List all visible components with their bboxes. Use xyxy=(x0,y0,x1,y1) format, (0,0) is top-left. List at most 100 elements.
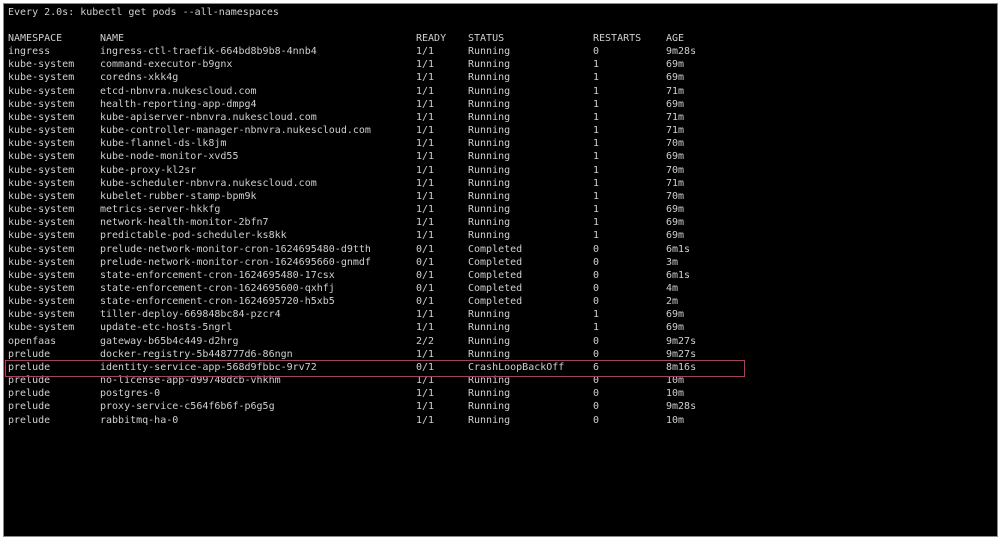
pod-restarts: 1 xyxy=(593,151,600,163)
terminal-window[interactable]: Every 2.0s: kubectl get pods --all-names… xyxy=(3,3,998,537)
pod-ready: 1/1 xyxy=(416,85,435,97)
pod-status: Running xyxy=(468,151,511,163)
pod-namespace: kube-system xyxy=(8,177,75,189)
pod-age: 69m xyxy=(666,72,685,84)
pod-restarts: 1 xyxy=(593,309,600,321)
pod-namespace: kube-system xyxy=(8,230,75,242)
pod-ready: 1/1 xyxy=(416,72,435,84)
pod-restarts: 1 xyxy=(593,111,600,123)
pod-age: 4m xyxy=(666,282,679,294)
pod-namespace: kube-system xyxy=(8,322,75,334)
pod-name: state-enforcement-cron-1624695600-qxhfj xyxy=(100,282,335,294)
pod-status: Running xyxy=(468,98,511,110)
pod-name: update-etc-hosts-5ngrl xyxy=(100,322,233,334)
column-header-restarts: RESTARTS xyxy=(593,33,642,44)
pod-status: Running xyxy=(468,309,511,321)
pod-status: Running xyxy=(468,322,511,334)
pod-status: Running xyxy=(468,138,511,150)
pod-namespace: prelude xyxy=(8,348,51,360)
pod-name: kube-controller-manager-nbnvra.nukesclou… xyxy=(100,125,371,137)
pod-ready: 1/1 xyxy=(416,401,435,413)
pod-name: prelude-network-monitor-cron-1624695660-… xyxy=(100,256,371,268)
pod-ready: 1/1 xyxy=(416,177,435,189)
table-row: kube-system tiller-deploy-669848bc84-pzcr… xyxy=(4,308,997,321)
pod-age: 69m xyxy=(666,98,685,110)
pod-restarts: 0 xyxy=(593,335,600,347)
pod-status: Running xyxy=(468,164,511,176)
pod-name: coredns-xkk4g xyxy=(100,72,179,84)
pod-name: health-reporting-app-dmpg4 xyxy=(100,98,257,110)
table-row: prelude docker-registry-5b448777d6-86ngn 1… xyxy=(4,348,997,361)
column-header-ready: READY xyxy=(416,33,447,44)
pod-age: 70m xyxy=(666,190,685,202)
pod-status: Running xyxy=(468,335,511,347)
pod-restarts: 0 xyxy=(593,243,600,255)
table-row: kube-system predictable-pod-scheduler-ks8… xyxy=(4,229,997,242)
pod-ready: 1/1 xyxy=(416,151,435,163)
pod-namespace: kube-system xyxy=(8,296,75,308)
pod-name: metrics-server-hkkfg xyxy=(100,204,221,216)
pod-age: 6m1s xyxy=(666,243,691,255)
pod-restarts: 0 xyxy=(593,375,600,387)
pod-name: proxy-service-c564f6b6f-p6g5g xyxy=(100,401,275,413)
pod-restarts: 0 xyxy=(593,401,600,413)
table-row: openfaas gateway-b65b4c449-d2hrg 2/2 Runnin… xyxy=(4,335,997,348)
pod-ready: 0/1 xyxy=(416,361,435,373)
terminal-cursor xyxy=(7,533,8,534)
pod-age: 9m28s xyxy=(666,46,697,58)
pod-ready: 0/1 xyxy=(416,296,435,308)
pod-namespace: kube-system xyxy=(8,282,75,294)
pod-status: CrashLoopBackOff xyxy=(468,361,565,373)
table-row: kube-system kube-apiserver-nbnvra.nukescl… xyxy=(4,111,997,124)
pod-age: 10m xyxy=(666,414,685,426)
pod-ready: 1/1 xyxy=(416,190,435,202)
pod-status: Completed xyxy=(468,269,523,281)
pod-ready: 0/1 xyxy=(416,282,435,294)
table-row: kube-system prelude-network-monitor-cron-… xyxy=(4,256,997,269)
table-row: kube-system etcd-nbnvra.nukescloud.com 1/1… xyxy=(4,85,997,98)
pod-name: rabbitmq-ha-0 xyxy=(100,414,179,426)
pod-name: prelude-network-monitor-cron-1624695480-… xyxy=(100,243,371,255)
table-row: kube-system kube-controller-manager-nbnvr… xyxy=(4,124,997,137)
pod-ready: 1/1 xyxy=(416,348,435,360)
pod-age: 8m16s xyxy=(666,361,697,373)
pod-status: Running xyxy=(468,348,511,360)
table-row: prelude proxy-service-c564f6b6f-p6g5g 1/1 R… xyxy=(4,400,997,413)
pod-restarts: 1 xyxy=(593,72,600,84)
pod-age: 69m xyxy=(666,204,685,216)
pod-name: no-license-app-d99748dcb-vhkhm xyxy=(100,375,281,387)
pod-restarts: 1 xyxy=(593,59,600,71)
pod-status: Running xyxy=(468,46,511,58)
table-row: kube-system update-etc-hosts-5ngrl 1/1 Runn… xyxy=(4,321,997,334)
pod-restarts: 1 xyxy=(593,190,600,202)
pod-restarts: 0 xyxy=(593,296,600,308)
pod-name: postgres-0 xyxy=(100,388,161,400)
pod-namespace: kube-system xyxy=(8,72,75,84)
pod-name: ingress-ctl-traefik-664bd8b9b8-4nnb4 xyxy=(100,46,317,58)
pod-restarts: 1 xyxy=(593,204,600,216)
pod-namespace: kube-system xyxy=(8,164,75,176)
pod-ready: 1/1 xyxy=(416,125,435,137)
pod-restarts: 1 xyxy=(593,138,600,150)
pod-status: Running xyxy=(468,177,511,189)
pod-ready: 1/1 xyxy=(416,164,435,176)
pod-namespace: prelude xyxy=(8,401,51,413)
pod-namespace: ingress xyxy=(8,46,51,58)
pod-age: 10m xyxy=(666,375,685,387)
pod-namespace: kube-system xyxy=(8,243,75,255)
column-header-name: NAME xyxy=(100,33,125,44)
pod-restarts: 1 xyxy=(593,322,600,334)
pod-ready: 1/1 xyxy=(416,230,435,242)
table-row: prelude identity-service-app-568d9fbbc-9r… xyxy=(4,361,997,374)
table-header-row: NAMESPACE NAME READY STATUS RESTARTS AGE xyxy=(4,32,997,45)
table-row: prelude postgres-0 1/1 Running 0 10m xyxy=(4,387,997,400)
pod-age: 9m27s xyxy=(666,335,697,347)
pod-age: 69m xyxy=(666,322,685,334)
pod-name: state-enforcement-cron-1624695720-h5xb5 xyxy=(100,296,335,308)
pod-age: 9m27s xyxy=(666,348,697,360)
pod-namespace: kube-system xyxy=(8,125,75,137)
pod-ready: 0/1 xyxy=(416,256,435,268)
pod-age: 9m28s xyxy=(666,401,697,413)
pod-ready: 1/1 xyxy=(416,414,435,426)
pod-namespace: kube-system xyxy=(8,256,75,268)
